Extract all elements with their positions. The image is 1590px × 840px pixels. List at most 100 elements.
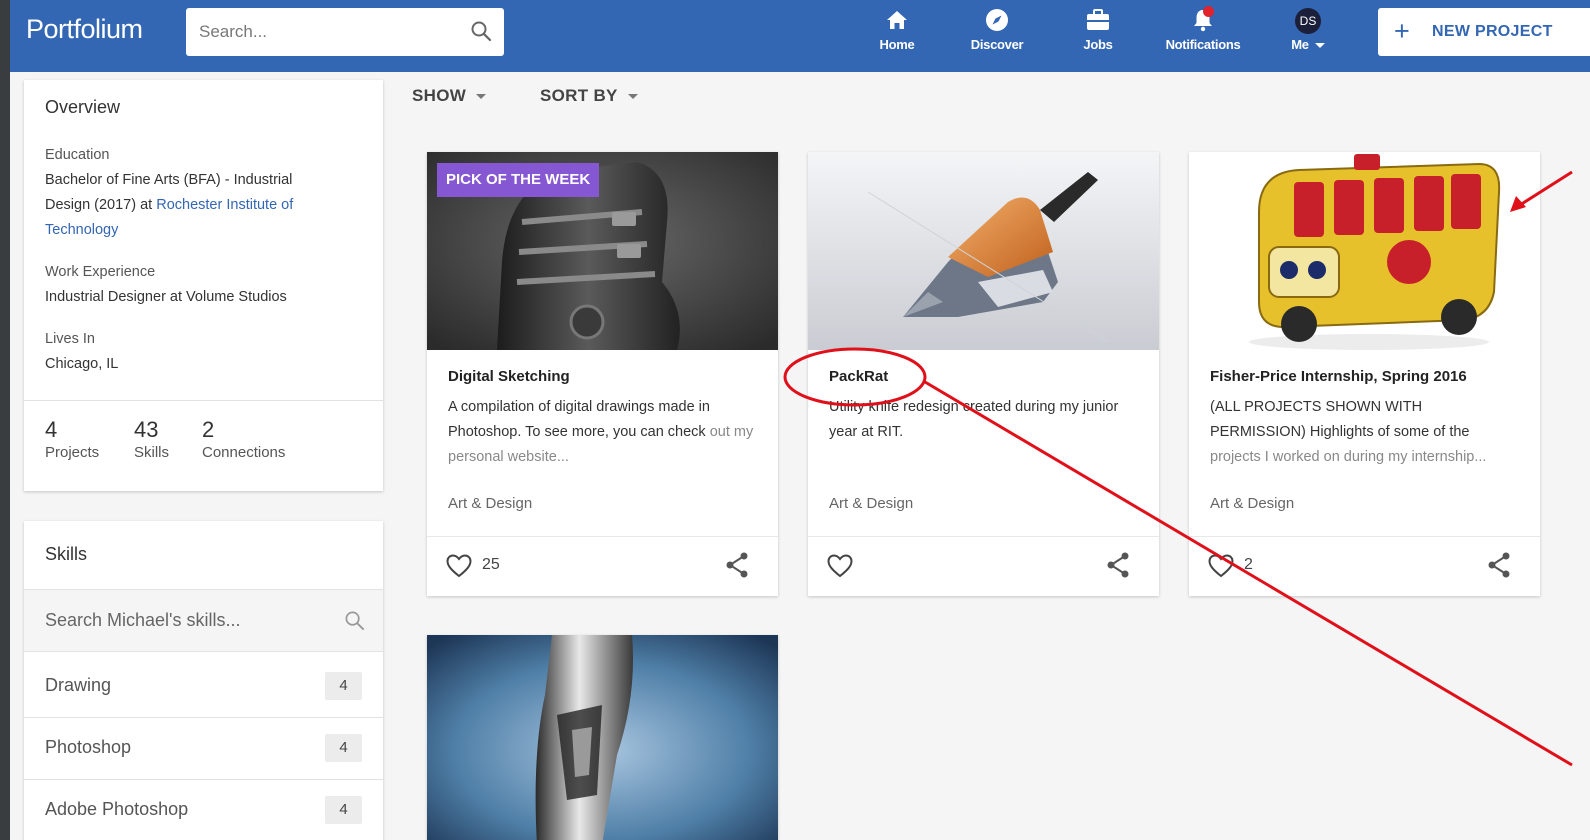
project-thumbnail — [427, 635, 778, 840]
skill-count-badge: 4 — [325, 734, 362, 762]
search-icon[interactable] — [344, 610, 365, 636]
project-category[interactable]: Art & Design — [829, 495, 913, 512]
show-label: SHOW — [412, 86, 467, 105]
stat-value: 2 — [202, 417, 215, 442]
home-icon — [886, 10, 908, 33]
stat-skills[interactable]: 43 Skills — [134, 417, 170, 462]
project-card[interactable] — [427, 635, 778, 840]
stat-label: Skills — [134, 444, 170, 461]
skills-search[interactable] — [24, 590, 383, 651]
new-project-label: NEW PROJECT — [1432, 23, 1553, 40]
skill-name: Photoshop — [45, 737, 132, 757]
project-description: Utility knife redesign created during my… — [829, 395, 1141, 471]
project-title[interactable]: Digital Sketching — [448, 368, 570, 385]
nav-jobs-label: Jobs — [1083, 37, 1113, 52]
description-text: A compilation of digital drawings made i… — [448, 399, 710, 440]
chevron-down-icon — [1314, 43, 1325, 49]
skills-panel: Skills Drawing 4 Photoshop 4 Adobe Photo… — [24, 521, 383, 840]
share-icon[interactable] — [725, 552, 749, 583]
share-icon[interactable] — [1106, 552, 1130, 583]
skill-count-badge: 4 — [325, 672, 362, 700]
education-label: Education — [45, 147, 110, 163]
divider — [24, 589, 383, 590]
search-input[interactable] — [186, 8, 456, 56]
description-truncated: projects I worked on during my internshi… — [1210, 449, 1487, 465]
project-description: A compilation of digital drawings made i… — [448, 395, 760, 471]
divider — [1189, 536, 1540, 537]
project-card[interactable]: PICK OF THE WEEK Digital Sketching A com… — [427, 152, 778, 596]
app-window: Portfolium Home Discover Jobs Notificati… — [10, 0, 1590, 840]
top-navigation-bar: Portfolium Home Discover Jobs Notificati… — [10, 0, 1590, 72]
project-card[interactable]: Fisher-Price Internship, Spring 2016 (AL… — [1189, 152, 1540, 596]
nav-home[interactable]: Home — [872, 8, 922, 52]
nav-me-label: Me — [1291, 37, 1309, 52]
heart-icon[interactable] — [446, 554, 472, 583]
nav-home-label: Home — [879, 37, 915, 52]
briefcase-icon — [1086, 8, 1110, 34]
divider — [24, 400, 383, 401]
search-icon[interactable] — [470, 20, 492, 47]
stat-label: Projects — [45, 444, 100, 461]
project-title[interactable]: PackRat — [829, 368, 888, 385]
show-filter-dropdown[interactable]: SHOW — [412, 86, 487, 106]
avatar: DS — [1295, 8, 1321, 34]
project-description: (ALL PROJECTS SHOWN WITH PERMISSION) Hig… — [1210, 395, 1522, 471]
sort-by-dropdown[interactable]: SORT BY — [540, 86, 638, 106]
education-text: Bachelor of Fine Arts (BFA) - Industrial… — [45, 168, 335, 243]
nav-notifications[interactable]: Notifications — [1156, 6, 1250, 52]
heart-icon[interactable] — [1208, 554, 1234, 583]
nav-notifications-label: Notifications — [1165, 37, 1241, 52]
global-search[interactable] — [186, 8, 504, 56]
divider — [24, 651, 383, 652]
work-section: Work Experience Industrial Designer at V… — [45, 260, 335, 310]
lives-section: Lives In Chicago, IL — [45, 327, 335, 377]
new-project-button[interactable]: + NEW PROJECT — [1378, 8, 1590, 56]
nav-me-menu[interactable]: DS Me — [1284, 8, 1332, 52]
heart-icon[interactable] — [827, 554, 853, 583]
project-title[interactable]: Fisher-Price Internship, Spring 2016 — [1210, 368, 1467, 385]
skill-item[interactable]: Adobe Photoshop 4 — [24, 779, 383, 840]
description-text: (ALL PROJECTS SHOWN WITH PERMISSION) Hig… — [1210, 399, 1470, 440]
project-card[interactable]: PackRat Utility knife redesign created d… — [808, 152, 1159, 596]
skill-item[interactable]: Drawing 4 — [24, 655, 383, 717]
chevron-down-icon — [627, 94, 638, 100]
education-section: Education Bachelor of Fine Arts (BFA) - … — [45, 143, 335, 243]
work-label: Work Experience — [45, 264, 156, 280]
divider — [808, 536, 1159, 537]
notification-dot — [1203, 6, 1214, 17]
stat-connections[interactable]: 2 Connections — [202, 417, 285, 462]
skill-name: Drawing — [45, 675, 112, 695]
project-category[interactable]: Art & Design — [1210, 495, 1294, 512]
stat-value: 43 — [134, 417, 159, 442]
skills-title: Skills — [45, 544, 88, 564]
project-thumbnail — [808, 152, 1159, 350]
portfolium-logo[interactable]: Portfolium — [26, 14, 143, 45]
project-thumbnail — [1189, 152, 1540, 350]
divider — [427, 536, 778, 537]
pick-of-week-badge: PICK OF THE WEEK — [437, 163, 600, 197]
lives-label: Lives In — [45, 331, 95, 347]
project-category[interactable]: Art & Design — [448, 495, 532, 512]
nav-jobs[interactable]: Jobs — [1078, 8, 1118, 52]
plus-icon: + — [1394, 16, 1411, 46]
stat-value: 4 — [45, 417, 58, 442]
project-thumbnail: PICK OF THE WEEK — [427, 152, 778, 350]
description-text: Utility knife redesign created during my… — [829, 399, 1119, 440]
chevron-down-icon — [476, 94, 487, 100]
compass-icon — [985, 8, 1009, 35]
nav-discover-label: Discover — [970, 37, 1024, 52]
skill-count-badge: 4 — [325, 796, 362, 824]
share-icon[interactable] — [1487, 552, 1511, 583]
nav-discover[interactable]: Discover — [962, 8, 1032, 52]
work-text: Industrial Designer at Volume Studios — [45, 289, 287, 305]
like-count: 2 — [1244, 556, 1253, 573]
overview-title: Overview — [45, 97, 121, 117]
skill-item[interactable]: Photoshop 4 — [24, 717, 383, 779]
lives-text: Chicago, IL — [45, 356, 119, 372]
skills-search-input[interactable] — [24, 590, 324, 651]
sort-by-label: SORT BY — [540, 86, 618, 105]
skill-name: Adobe Photoshop — [45, 799, 189, 819]
stat-projects[interactable]: 4 Projects — [45, 417, 100, 462]
like-count: 25 — [482, 556, 500, 573]
overview-panel: Overview Education Bachelor of Fine Arts… — [24, 80, 383, 491]
